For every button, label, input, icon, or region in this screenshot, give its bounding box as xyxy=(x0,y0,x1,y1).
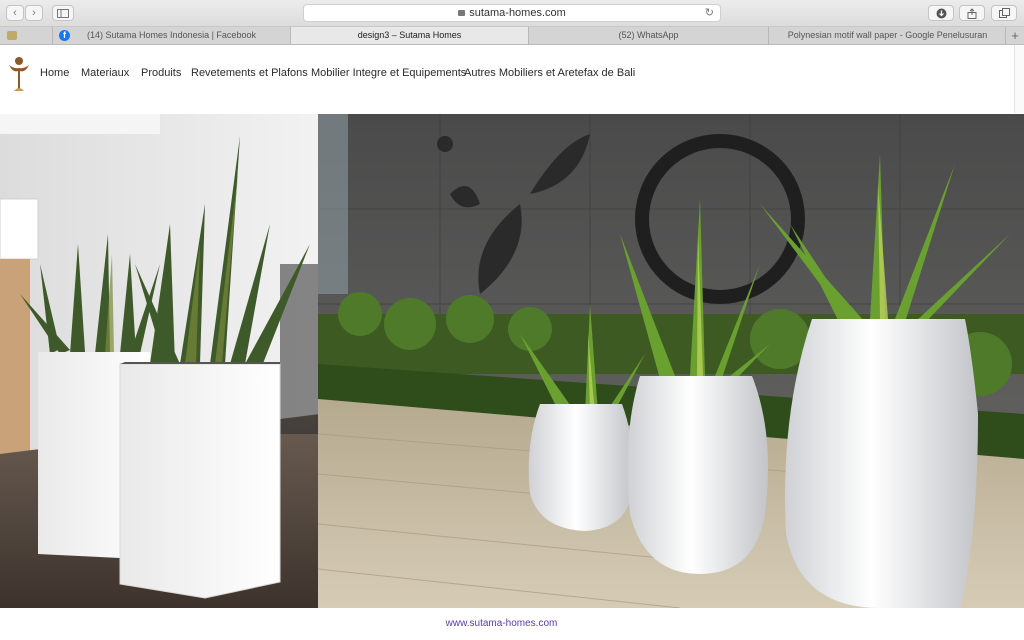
share-icon xyxy=(967,8,977,19)
url-text: sutama-homes.com xyxy=(469,7,566,19)
nav-mobilier-integre[interactable]: Mobilier Integre et Equipements xyxy=(311,67,466,79)
nav-produits[interactable]: Produits xyxy=(141,67,181,79)
new-tab-button[interactable]: + xyxy=(1005,27,1024,44)
tab-bar: f (14) Sutama Homes Indonesia | Facebook… xyxy=(0,27,1024,45)
pinned-tab-facebook[interactable]: f xyxy=(26,27,70,44)
chevron-right-icon: › xyxy=(32,7,36,19)
plus-icon: + xyxy=(1011,28,1019,43)
back-button[interactable]: ‹ xyxy=(6,5,24,21)
tabs-overview-button[interactable] xyxy=(991,5,1017,21)
chevron-left-icon: ‹ xyxy=(13,7,17,19)
downloads-button[interactable] xyxy=(928,5,954,21)
nav-revetements-plafons[interactable]: Revetements et Plafons xyxy=(191,67,308,79)
site-logo[interactable] xyxy=(7,55,31,93)
tab-design3[interactable]: design3 – Sutama Homes xyxy=(290,27,528,44)
sidebar-icon xyxy=(57,9,69,18)
browser-toolbar: ‹ › sutama-homes.com ↻ xyxy=(0,0,1024,27)
web-page: Home Materiaux Produits Revetements et P… xyxy=(0,45,1024,640)
pinned-tab[interactable] xyxy=(0,27,26,44)
nav-materiaux[interactable]: Materiaux xyxy=(81,67,129,79)
tab-facebook[interactable]: (14) Sutama Homes Indonesia | Facebook xyxy=(52,27,290,44)
forward-button[interactable]: › xyxy=(25,5,43,21)
share-button[interactable] xyxy=(959,5,985,21)
reload-icon[interactable]: ↻ xyxy=(705,5,714,21)
tab-google-search[interactable]: Polynesian motif wall paper - Google Pen… xyxy=(768,27,1006,44)
pinned-site-icon xyxy=(7,31,17,40)
lock-icon xyxy=(458,10,466,16)
tab-whatsapp[interactable]: (52) WhatsApp xyxy=(528,27,768,44)
sidebar-toggle-button[interactable] xyxy=(52,5,74,21)
download-icon xyxy=(936,8,946,19)
nav-home[interactable]: Home xyxy=(40,67,69,79)
nav-autres-mobiliers[interactable]: Autres Mobiliers et Aretefax de Bali xyxy=(464,67,635,79)
address-bar[interactable]: sutama-homes.com ↻ xyxy=(303,4,721,22)
hero-planters-image xyxy=(0,114,1024,608)
tabs-icon xyxy=(998,8,1010,18)
footer-site-link[interactable]: www.sutama-homes.com xyxy=(0,618,1003,629)
page-scrollbar[interactable] xyxy=(1014,45,1024,113)
